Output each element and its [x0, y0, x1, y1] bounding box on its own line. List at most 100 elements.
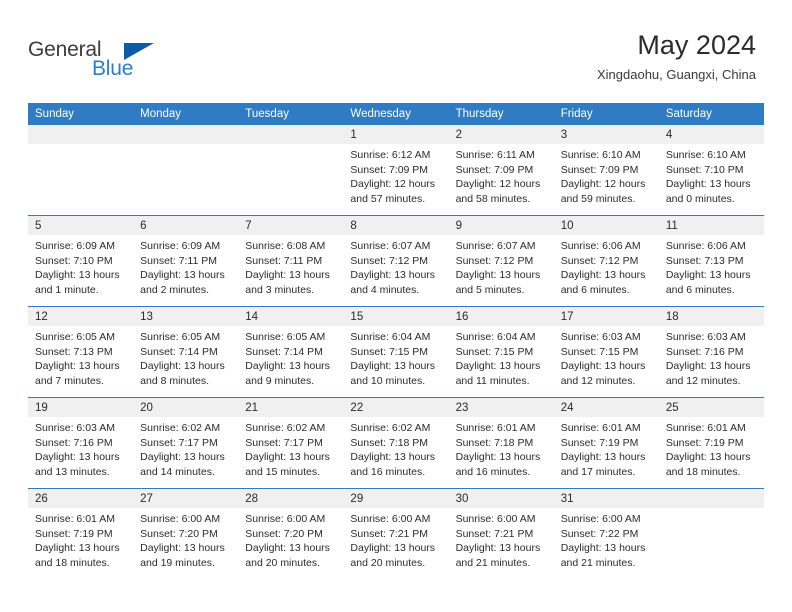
brand-logo[interactable]: General Blue: [28, 38, 208, 88]
day-cell[interactable]: 13 Sunrise: 6:05 AM Sunset: 7:14 PM Dayl…: [133, 307, 239, 397]
day-number-band: 19: [28, 398, 134, 417]
day-cell[interactable]: 28 Sunrise: 6:00 AM Sunset: 7:20 PM Dayl…: [238, 489, 344, 579]
day-cell[interactable]: 2 Sunrise: 6:11 AM Sunset: 7:09 PM Dayli…: [448, 125, 554, 215]
day-number-band: 13: [133, 307, 239, 326]
day-number: 6: [140, 220, 147, 232]
day-number-band: 17: [553, 307, 659, 326]
day-cell[interactable]: 8 Sunrise: 6:07 AM Sunset: 7:12 PM Dayli…: [343, 216, 449, 306]
sunrise-line: Sunrise: 6:09 AM: [35, 240, 115, 252]
daylight-line-1: Daylight: 13 hours: [245, 451, 330, 464]
day-cell[interactable]: 12 Sunrise: 6:05 AM Sunset: 7:13 PM Dayl…: [28, 307, 134, 397]
daylight-line-1: Daylight: 13 hours: [560, 269, 646, 282]
day-number-band: 21: [238, 398, 344, 417]
sunrise-line: Sunrise: 6:01 AM: [35, 513, 115, 525]
day-cell[interactable]: 7 Sunrise: 6:08 AM Sunset: 7:11 PM Dayli…: [238, 216, 344, 306]
daylight-line-2: and 18 minutes.: [665, 465, 741, 478]
day-cell[interactable]: 1 Sunrise: 6:12 AM Sunset: 7:09 PM Dayli…: [343, 125, 449, 215]
day-details: Sunrise: 6:00 AM Sunset: 7:20 PM Dayligh…: [133, 508, 238, 570]
day-number: 18: [665, 311, 679, 323]
day-cell[interactable]: 19 Sunrise: 6:03 AM Sunset: 7:16 PM Dayl…: [28, 398, 134, 488]
day-details: Sunrise: 6:05 AM Sunset: 7:14 PM Dayligh…: [133, 326, 238, 388]
day-details: Sunrise: 6:10 AM Sunset: 7:10 PM Dayligh…: [659, 144, 764, 206]
daylight-line-2: and 7 minutes.: [35, 374, 104, 387]
sunrise-line: Sunrise: 6:02 AM: [350, 422, 431, 434]
day-cell[interactable]: 24 Sunrise: 6:01 AM Sunset: 7:19 PM Dayl…: [553, 398, 659, 488]
day-cell[interactable]: 18 Sunrise: 6:03 AM Sunset: 7:16 PM Dayl…: [658, 307, 764, 397]
sunset-line: Sunset: 7:18 PM: [455, 436, 534, 449]
day-cell[interactable]: 26 Sunrise: 6:01 AM Sunset: 7:19 PM Dayl…: [28, 489, 134, 579]
sunset-line: Sunset: 7:21 PM: [455, 527, 534, 540]
day-cell[interactable]: 3 Sunrise: 6:10 AM Sunset: 7:09 PM Dayli…: [553, 125, 659, 215]
day-cell[interactable]: 22 Sunrise: 6:02 AM Sunset: 7:18 PM Dayl…: [343, 398, 449, 488]
day-number-band: 22: [343, 398, 449, 417]
daylight-line-1: Daylight: 13 hours: [140, 451, 225, 464]
day-cell[interactable]: 16 Sunrise: 6:04 AM Sunset: 7:15 PM Dayl…: [448, 307, 554, 397]
day-cell[interactable]: 14 Sunrise: 6:05 AM Sunset: 7:14 PM Dayl…: [238, 307, 344, 397]
daylight-line-1: Daylight: 13 hours: [455, 542, 541, 555]
day-cell[interactable]: 29 Sunrise: 6:00 AM Sunset: 7:21 PM Dayl…: [343, 489, 449, 579]
sunset-line: Sunset: 7:10 PM: [665, 163, 744, 176]
sunrise-line: Sunrise: 6:00 AM: [350, 513, 431, 525]
day-number-band: 27: [133, 489, 239, 508]
day-cell[interactable]: 25 Sunrise: 6:01 AM Sunset: 7:19 PM Dayl…: [658, 398, 764, 488]
day-cell[interactable]: 17 Sunrise: 6:03 AM Sunset: 7:15 PM Dayl…: [553, 307, 659, 397]
day-number: 15: [350, 311, 364, 323]
day-cell[interactable]: 4 Sunrise: 6:10 AM Sunset: 7:10 PM Dayli…: [658, 125, 764, 215]
weekday-header-tuesday: Tuesday: [245, 108, 289, 120]
sunrise-line: Sunrise: 6:00 AM: [245, 513, 326, 525]
day-number: 28: [245, 493, 259, 505]
day-cell[interactable]: [238, 125, 344, 215]
day-cell[interactable]: 27 Sunrise: 6:00 AM Sunset: 7:20 PM Dayl…: [133, 489, 239, 579]
day-number: 21: [245, 402, 259, 414]
day-number-band: 8: [343, 216, 449, 235]
sunrise-line: Sunrise: 6:06 AM: [560, 240, 641, 252]
day-cell[interactable]: 21 Sunrise: 6:02 AM Sunset: 7:17 PM Dayl…: [238, 398, 344, 488]
day-cell[interactable]: 9 Sunrise: 6:07 AM Sunset: 7:12 PM Dayli…: [448, 216, 554, 306]
day-cell[interactable]: [658, 489, 764, 579]
day-number: 13: [140, 311, 153, 323]
day-number-band: 3: [553, 125, 659, 144]
day-cell[interactable]: 5 Sunrise: 6:09 AM Sunset: 7:10 PM Dayli…: [28, 216, 134, 306]
day-cell[interactable]: 23 Sunrise: 6:01 AM Sunset: 7:18 PM Dayl…: [448, 398, 554, 488]
daylight-line-1: Daylight: 13 hours: [350, 451, 436, 464]
weekday-header-row: Sunday Monday Tuesday Wednesday Thursday…: [28, 103, 764, 125]
sunrise-line: Sunrise: 6:07 AM: [455, 240, 536, 252]
weekday-header-saturday: Saturday: [665, 108, 712, 120]
day-cell[interactable]: 10 Sunrise: 6:06 AM Sunset: 7:12 PM Dayl…: [553, 216, 659, 306]
sunrise-line: Sunrise: 6:01 AM: [665, 422, 746, 434]
daylight-line-2: and 14 minutes.: [140, 465, 215, 478]
day-cell[interactable]: 11 Sunrise: 6:06 AM Sunset: 7:13 PM Dayl…: [658, 216, 764, 306]
day-details: Sunrise: 6:11 AM Sunset: 7:09 PM Dayligh…: [449, 144, 554, 206]
daylight-line-1: Daylight: 13 hours: [665, 269, 751, 282]
day-number: 30: [455, 493, 469, 505]
day-number-band: [28, 125, 134, 144]
day-details: [133, 144, 238, 148]
sunrise-line: Sunrise: 6:03 AM: [665, 331, 746, 343]
week-row: 12 Sunrise: 6:05 AM Sunset: 7:13 PM Dayl…: [28, 306, 764, 397]
daylight-line-2: and 59 minutes.: [560, 192, 636, 205]
weekday-header-thursday: Thursday: [455, 108, 504, 120]
daylight-line-2: and 10 minutes.: [350, 374, 426, 387]
day-cell[interactable]: 15 Sunrise: 6:04 AM Sunset: 7:15 PM Dayl…: [343, 307, 449, 397]
day-number-band: [238, 125, 344, 144]
day-details: Sunrise: 6:00 AM Sunset: 7:21 PM Dayligh…: [343, 508, 448, 570]
day-details: [659, 508, 764, 512]
daylight-line-2: and 21 minutes.: [455, 556, 531, 569]
day-cell[interactable]: [28, 125, 134, 215]
sunset-line: Sunset: 7:22 PM: [560, 527, 639, 540]
daylight-line-1: Daylight: 13 hours: [350, 542, 436, 555]
day-cell[interactable]: 20 Sunrise: 6:02 AM Sunset: 7:17 PM Dayl…: [133, 398, 239, 488]
day-cell[interactable]: [133, 125, 239, 215]
weekday-header-friday: Friday: [560, 108, 593, 120]
day-number-band: 23: [448, 398, 554, 417]
day-details: Sunrise: 6:00 AM Sunset: 7:21 PM Dayligh…: [449, 508, 554, 570]
weekday-header-monday: Monday: [140, 108, 182, 120]
daylight-line-2: and 6 minutes.: [665, 283, 735, 296]
daylight-line-1: Daylight: 13 hours: [140, 360, 225, 373]
daylight-line-1: Daylight: 13 hours: [350, 360, 436, 373]
daylight-line-1: Daylight: 12 hours: [455, 178, 541, 191]
day-number: 24: [560, 402, 574, 414]
day-cell[interactable]: 31 Sunrise: 6:00 AM Sunset: 7:22 PM Dayl…: [553, 489, 659, 579]
day-cell[interactable]: 30 Sunrise: 6:00 AM Sunset: 7:21 PM Dayl…: [448, 489, 554, 579]
day-cell[interactable]: 6 Sunrise: 6:09 AM Sunset: 7:11 PM Dayli…: [133, 216, 239, 306]
